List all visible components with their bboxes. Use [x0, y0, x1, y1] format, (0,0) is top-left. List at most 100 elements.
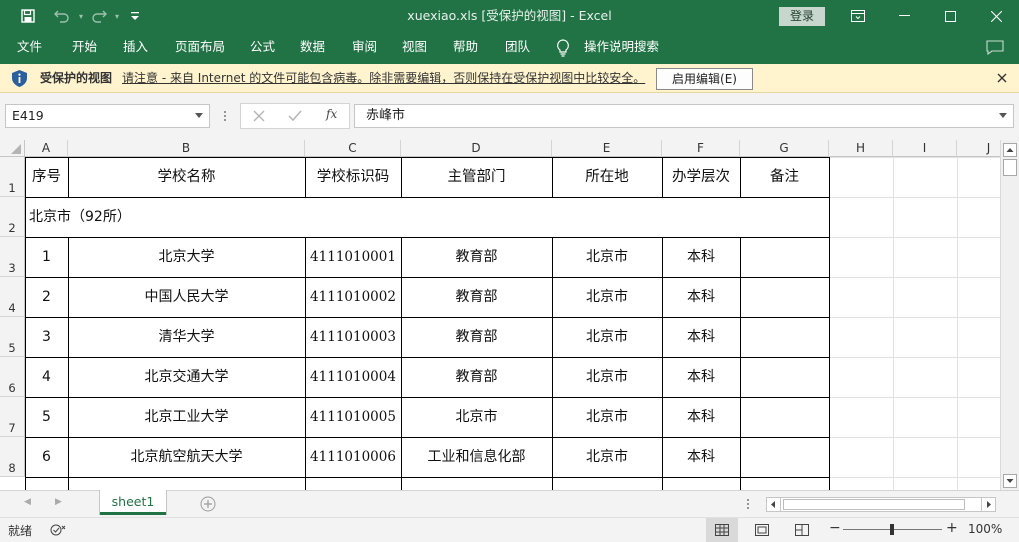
table-cell[interactable]: 本科	[662, 277, 740, 317]
table-cell[interactable]: 北京市	[552, 357, 662, 397]
redo-dropdown-icon[interactable]: ▾	[112, 0, 122, 32]
enable-editing-button[interactable]: 启用编辑(E)	[656, 68, 753, 90]
table-cell[interactable]: 北京市	[552, 317, 662, 357]
table-cell[interactable]: 教育部	[401, 317, 552, 357]
accessibility-icon[interactable]	[50, 523, 66, 540]
tab-file[interactable]: 文件	[17, 32, 42, 64]
lightbulb-icon[interactable]	[556, 32, 576, 64]
zoom-slider-thumb[interactable]	[890, 524, 894, 535]
minimize-icon[interactable]	[881, 0, 927, 32]
column-header[interactable]: C	[305, 140, 401, 157]
sheet-tab[interactable]: sheet1	[100, 490, 166, 515]
table-cell[interactable]: 北京市	[401, 397, 552, 437]
customize-toolbar-icon[interactable]	[128, 0, 142, 32]
scroll-right-icon[interactable]	[981, 498, 995, 511]
table-cell[interactable]: 本科	[662, 437, 740, 477]
chevron-down-icon[interactable]	[999, 113, 1007, 118]
table-cell[interactable]	[401, 477, 552, 490]
table-cell[interactable]: 本科	[662, 237, 740, 277]
row-header[interactable]: 7	[0, 397, 25, 437]
scroll-up-icon[interactable]	[1003, 143, 1017, 157]
more-options-icon[interactable]	[222, 107, 228, 125]
zoom-in-icon[interactable]: +	[946, 520, 958, 536]
table-cell[interactable]: 4111010002	[305, 277, 401, 317]
table-cell[interactable]	[740, 317, 829, 357]
protected-view-message[interactable]: 请注意 - 来自 Internet 的文件可能包含病毒。除非需要编辑，否则保持在…	[122, 64, 645, 92]
select-all-button[interactable]	[0, 140, 25, 157]
column-header[interactable]: J	[957, 140, 1000, 157]
school-name-cell[interactable]: 北京工业大学	[68, 397, 305, 437]
insert-function-icon[interactable]: fx	[326, 107, 337, 121]
section-title[interactable]: 北京市（92所）	[29, 197, 829, 237]
table-cell[interactable]: 3	[25, 317, 68, 357]
column-header[interactable]: F	[662, 140, 740, 157]
vertical-scrollbar[interactable]	[1000, 140, 1019, 490]
table-cell[interactable]: 6	[25, 437, 68, 477]
zoom-out-icon[interactable]: −	[829, 520, 841, 536]
table-cell[interactable]: 北京市	[552, 277, 662, 317]
row-header[interactable]: 2	[0, 197, 25, 237]
tab-formulas[interactable]: 公式	[250, 32, 275, 64]
scroll-thumb[interactable]	[783, 499, 965, 510]
table-cell[interactable]	[305, 477, 401, 490]
table-cell[interactable]: 教育部	[401, 237, 552, 277]
tab-team[interactable]: 团队	[505, 32, 530, 64]
header-cell[interactable]: 学校标识码	[305, 157, 401, 197]
redo-icon[interactable]	[86, 0, 112, 32]
tab-data[interactable]: 数据	[300, 32, 325, 64]
tell-me-search[interactable]: 操作说明搜索	[584, 32, 659, 64]
login-button[interactable]: 登录	[779, 7, 825, 26]
table-cell[interactable]: 本科	[662, 397, 740, 437]
header-cell[interactable]: 备注	[740, 157, 829, 197]
formula-input[interactable]: 赤峰市	[354, 104, 1014, 128]
table-cell[interactable]: 教育部	[401, 277, 552, 317]
table-cell[interactable]: 北京市	[552, 237, 662, 277]
close-icon[interactable]	[973, 0, 1019, 32]
table-cell[interactable]: 北京市	[552, 397, 662, 437]
undo-dropdown-icon[interactable]: ▾	[76, 0, 86, 32]
page-layout-view-icon[interactable]	[755, 524, 769, 539]
column-header[interactable]: E	[552, 140, 662, 157]
table-cell[interactable]: 本科	[662, 317, 740, 357]
table-cell[interactable]	[740, 357, 829, 397]
next-sheet-icon[interactable]: ▶	[55, 497, 62, 507]
table-cell[interactable]: 4111010005	[305, 397, 401, 437]
school-name-cell[interactable]: 北京交通大学	[68, 357, 305, 397]
school-name-cell[interactable]: 中国人民大学	[68, 277, 305, 317]
zoom-level[interactable]: 100%	[968, 522, 1002, 536]
row-header[interactable]: 4	[0, 277, 25, 317]
comment-icon[interactable]	[986, 32, 1006, 64]
scroll-thumb[interactable]	[1003, 159, 1017, 176]
table-cell[interactable]	[25, 477, 68, 490]
horizontal-scrollbar[interactable]	[766, 497, 996, 512]
column-header[interactable]: A	[25, 140, 68, 157]
tab-view[interactable]: 视图	[402, 32, 427, 64]
maximize-icon[interactable]	[927, 0, 973, 32]
save-icon[interactable]	[16, 0, 40, 32]
cancel-icon[interactable]	[253, 110, 265, 125]
close-icon[interactable]	[994, 70, 1010, 86]
school-name-cell[interactable]: 北京大学	[68, 237, 305, 277]
header-cell[interactable]: 办学层次	[662, 157, 740, 197]
splitter-handle-icon[interactable]	[746, 497, 750, 514]
scroll-down-icon[interactable]	[1003, 474, 1017, 488]
table-cell[interactable]	[740, 397, 829, 437]
row-header[interactable]: 1	[0, 157, 25, 197]
page-break-view-icon[interactable]	[795, 524, 809, 539]
table-cell[interactable]: 教育部	[401, 357, 552, 397]
tab-insert[interactable]: 插入	[123, 32, 148, 64]
row-header[interactable]: 6	[0, 357, 25, 397]
header-cell[interactable]: 所在地	[552, 157, 662, 197]
table-cell[interactable]: 工业和信息化部	[401, 437, 552, 477]
row-header[interactable]: 3	[0, 237, 25, 277]
tab-help[interactable]: 帮助	[453, 32, 478, 64]
table-cell[interactable]: 4	[25, 357, 68, 397]
tab-review[interactable]: 审阅	[352, 32, 377, 64]
ribbon-display-options-icon[interactable]	[835, 0, 881, 32]
table-cell[interactable]	[740, 237, 829, 277]
table-cell[interactable]	[662, 477, 740, 490]
undo-icon[interactable]	[48, 0, 76, 32]
table-cell[interactable]: 本科	[662, 357, 740, 397]
school-name-cell[interactable]: 北京航空航天大学	[68, 437, 305, 477]
school-name-cell[interactable]: 清华大学	[68, 317, 305, 357]
